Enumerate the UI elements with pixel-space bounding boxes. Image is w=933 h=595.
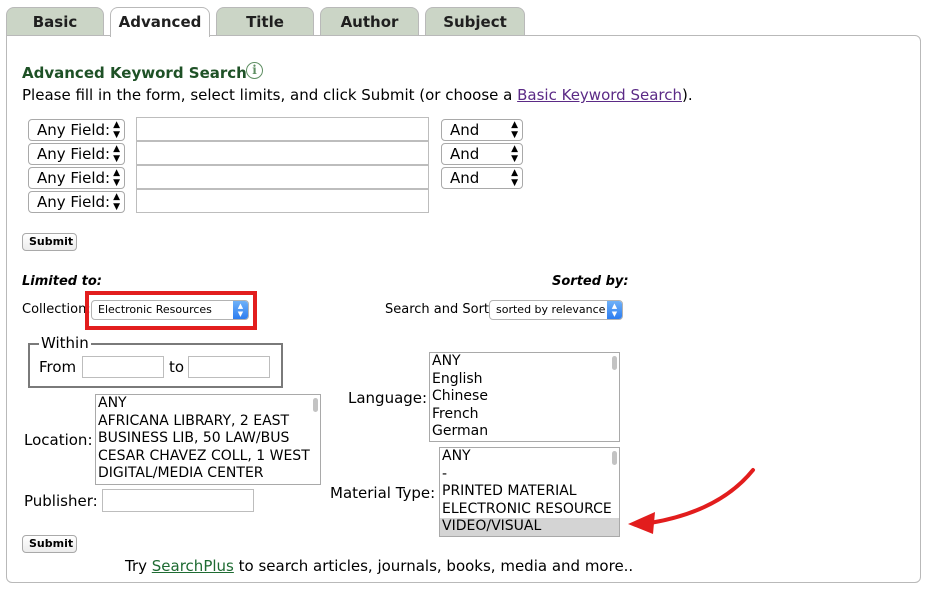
intro-prefix: Please fill in the form, select limits, …: [22, 86, 518, 104]
location-listbox[interactable]: ANY AFRICANA LIBRARY, 2 EAST BUSINESS LI…: [95, 394, 321, 485]
page-title: Advanced Keyword Search: [22, 64, 247, 82]
search-term-input-3[interactable]: [136, 165, 429, 189]
within-legend: Within: [39, 334, 91, 352]
basic-keyword-search-link[interactable]: Basic Keyword Search: [517, 86, 682, 104]
tab-advanced[interactable]: Advanced: [110, 7, 210, 37]
from-year-input[interactable]: [82, 356, 164, 378]
language-label: Language:: [348, 389, 428, 407]
list-item[interactable]: ANY: [440, 448, 619, 466]
footer-prefix: Try: [125, 557, 152, 575]
list-item[interactable]: -: [440, 466, 619, 484]
select-arrows-icon: ▲ ▼: [511, 168, 518, 188]
tab-subject[interactable]: Subject: [425, 7, 525, 36]
sort-select[interactable]: sorted by relevance ▲ ▼: [489, 300, 623, 320]
operator-select-3[interactable]: And ▲ ▼: [441, 167, 523, 189]
list-item[interactable]: French: [430, 406, 619, 424]
search-term-input-4[interactable]: [136, 189, 429, 213]
sort-select-value: sorted by relevance: [496, 303, 606, 316]
select-arrows-icon: ▲ ▼: [113, 192, 120, 212]
language-scrollbar[interactable]: [612, 356, 617, 370]
footer-suffix: to search articles, journals, books, med…: [233, 557, 634, 575]
tab-basic[interactable]: Basic: [6, 7, 104, 36]
limited-to-label: Limited to:: [22, 274, 102, 289]
list-item[interactable]: ANY: [96, 395, 320, 413]
search-sort-label: Search and Sort:: [385, 302, 494, 317]
field-select-value: Any Field:: [37, 193, 111, 211]
from-label: From: [39, 358, 77, 376]
collection-label: Collection:: [22, 302, 91, 317]
list-item[interactable]: German: [430, 423, 619, 441]
language-listbox[interactable]: ANY English Chinese French German: [429, 352, 620, 442]
annotation-highlight-box: [85, 291, 257, 330]
searchplus-link[interactable]: SearchPlus: [152, 557, 234, 575]
publisher-label: Publisher:: [24, 492, 98, 510]
operator-select-1[interactable]: And ▲ ▼: [441, 119, 523, 141]
field-select-3[interactable]: Any Field: ▲ ▼: [28, 167, 125, 189]
list-item[interactable]: BUSINESS LIB, 50 LAW/BUS: [96, 430, 320, 448]
annotation-arrow-icon: [628, 468, 755, 534]
list-item[interactable]: AFRICANA LIBRARY, 2 EAST: [96, 413, 320, 431]
list-item[interactable]: DIGITAL/MEDIA CENTER: [96, 465, 320, 483]
field-select-1[interactable]: Any Field: ▲ ▼: [28, 119, 125, 141]
footer-text: Try SearchPlus to search articles, journ…: [125, 557, 633, 575]
select-arrows-icon: ▲ ▼: [113, 120, 120, 140]
list-item[interactable]: CESAR CHAVEZ COLL, 1 WEST: [96, 448, 320, 466]
operator-select-value: And: [450, 169, 480, 187]
list-item[interactable]: PRINTED MATERIAL: [440, 483, 619, 501]
info-icon[interactable]: i: [246, 62, 263, 79]
submit-button-top[interactable]: Submit: [22, 233, 77, 251]
field-select-value: Any Field:: [37, 121, 111, 139]
operator-select-value: And: [450, 145, 480, 163]
select-arrows-icon: ▲ ▼: [113, 144, 120, 164]
to-year-input[interactable]: [188, 356, 270, 378]
tab-title[interactable]: Title: [216, 7, 314, 36]
material-type-listbox[interactable]: ANY - PRINTED MATERIAL ELECTRONIC RESOUR…: [439, 447, 620, 537]
select-arrows-icon: ▲ ▼: [607, 301, 622, 319]
select-arrows-icon: ▲ ▼: [511, 120, 518, 140]
select-arrows-icon: ▲ ▼: [511, 144, 518, 164]
list-item[interactable]: ELECTRONIC RESOURCE: [440, 501, 619, 519]
field-select-value: Any Field:: [37, 145, 111, 163]
publisher-input[interactable]: [102, 489, 254, 512]
location-scrollbar[interactable]: [313, 398, 318, 412]
sorted-by-label: Sorted by:: [552, 274, 629, 289]
material-type-label: Material Type:: [330, 484, 436, 502]
field-select-4[interactable]: Any Field: ▲ ▼: [28, 191, 125, 213]
select-arrows-icon: ▲ ▼: [113, 168, 120, 188]
list-item[interactable]: Chinese: [430, 388, 619, 406]
list-item[interactable]: ANY: [430, 353, 619, 371]
intro-suffix: ).: [681, 86, 693, 104]
field-select-2[interactable]: Any Field: ▲ ▼: [28, 143, 125, 165]
field-select-value: Any Field:: [37, 169, 111, 187]
operator-select-value: And: [450, 121, 480, 139]
operator-select-2[interactable]: And ▲ ▼: [441, 143, 523, 165]
material-type-scrollbar[interactable]: [612, 451, 617, 465]
location-label: Location:: [24, 431, 93, 449]
search-term-input-1[interactable]: [136, 117, 429, 141]
submit-button-bottom[interactable]: Submit: [22, 535, 77, 553]
intro-text: Please fill in the form, select limits, …: [22, 86, 693, 104]
to-label: to: [169, 358, 185, 376]
tab-author[interactable]: Author: [320, 7, 419, 36]
search-term-input-2[interactable]: [136, 141, 429, 165]
list-item-selected[interactable]: VIDEO/VISUAL: [440, 518, 619, 536]
list-item[interactable]: English: [430, 371, 619, 389]
